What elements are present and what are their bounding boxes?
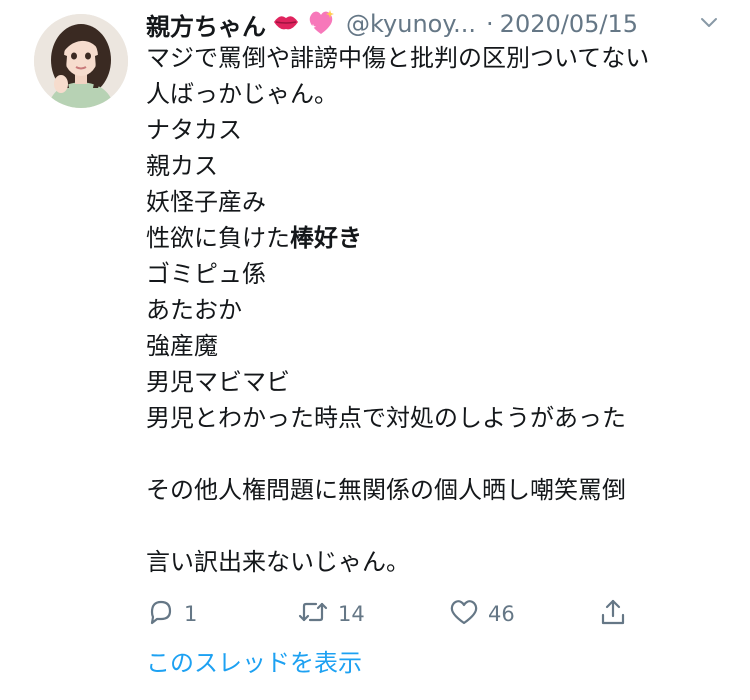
- tweet-body: マジで罵倒や誹謗中傷と批判の区別ついてない 人ばっかじゃん。 ナタカス 親カス …: [146, 40, 726, 580]
- heart-icon: [448, 598, 480, 630]
- retweet-icon: [296, 598, 330, 630]
- tweet-line: 男児とわかった時点で対処のしようがあった: [146, 404, 626, 432]
- tweet-line: その他人権問題に無関係の個人晒し嘲笑罵倒: [146, 476, 626, 504]
- tweet-bold-word: 棒好き: [290, 224, 362, 252]
- avatar-image: [34, 14, 128, 108]
- display-name[interactable]: 親方ちゃん: [146, 7, 266, 42]
- retweet-button[interactable]: 14: [296, 594, 365, 634]
- tweet-line: 親カス: [146, 152, 218, 180]
- tweet-line-with-bold: 性欲に負けた棒好き: [146, 220, 726, 256]
- tweet-date[interactable]: 2020/05/15: [500, 10, 638, 38]
- reply-icon: [146, 598, 176, 630]
- reply-button[interactable]: 1: [146, 594, 197, 634]
- tweet-line: 強産魔: [146, 332, 218, 360]
- action-bar: 1 14 46: [146, 594, 646, 634]
- tweet-line: 妖怪子産み: [146, 188, 266, 216]
- lips-emoji: [272, 11, 300, 37]
- sparkling-heart-emoji: [306, 8, 336, 40]
- avatar[interactable]: [34, 14, 128, 108]
- like-count: 46: [488, 602, 515, 626]
- tweet-line: 男児マビマビ: [146, 368, 290, 396]
- tweet: 親方ちゃん @kyunoy... · 2020/05/15 マジで罵倒や誹謗中傷…: [0, 0, 750, 700]
- tweet-line-prefix: 性欲に負けた: [146, 224, 290, 252]
- retweet-count: 14: [338, 602, 365, 626]
- like-button[interactable]: 46: [448, 594, 515, 634]
- tweet-line: 言い訳出来ないじゃん。: [146, 548, 410, 576]
- tweet-header: 親方ちゃん @kyunoy... · 2020/05/15: [146, 6, 726, 42]
- header-separator: ·: [486, 10, 494, 38]
- tweet-line: ゴミピュ係: [146, 260, 266, 288]
- share-button[interactable]: [598, 594, 628, 634]
- tweet-line: あたおか: [146, 296, 242, 324]
- show-thread-link[interactable]: このスレッドを表示: [146, 643, 362, 678]
- tweet-line: 人ばっかじゃん。: [146, 80, 338, 108]
- user-handle[interactable]: @kyunoy...: [346, 10, 476, 38]
- reply-count: 1: [184, 602, 198, 626]
- tweet-line: マジで罵倒や誹謗中傷と批判の区別ついてない: [146, 44, 650, 72]
- share-icon: [598, 597, 628, 631]
- chevron-down-icon[interactable]: [698, 12, 720, 34]
- tweet-line: ナタカス: [146, 116, 242, 144]
